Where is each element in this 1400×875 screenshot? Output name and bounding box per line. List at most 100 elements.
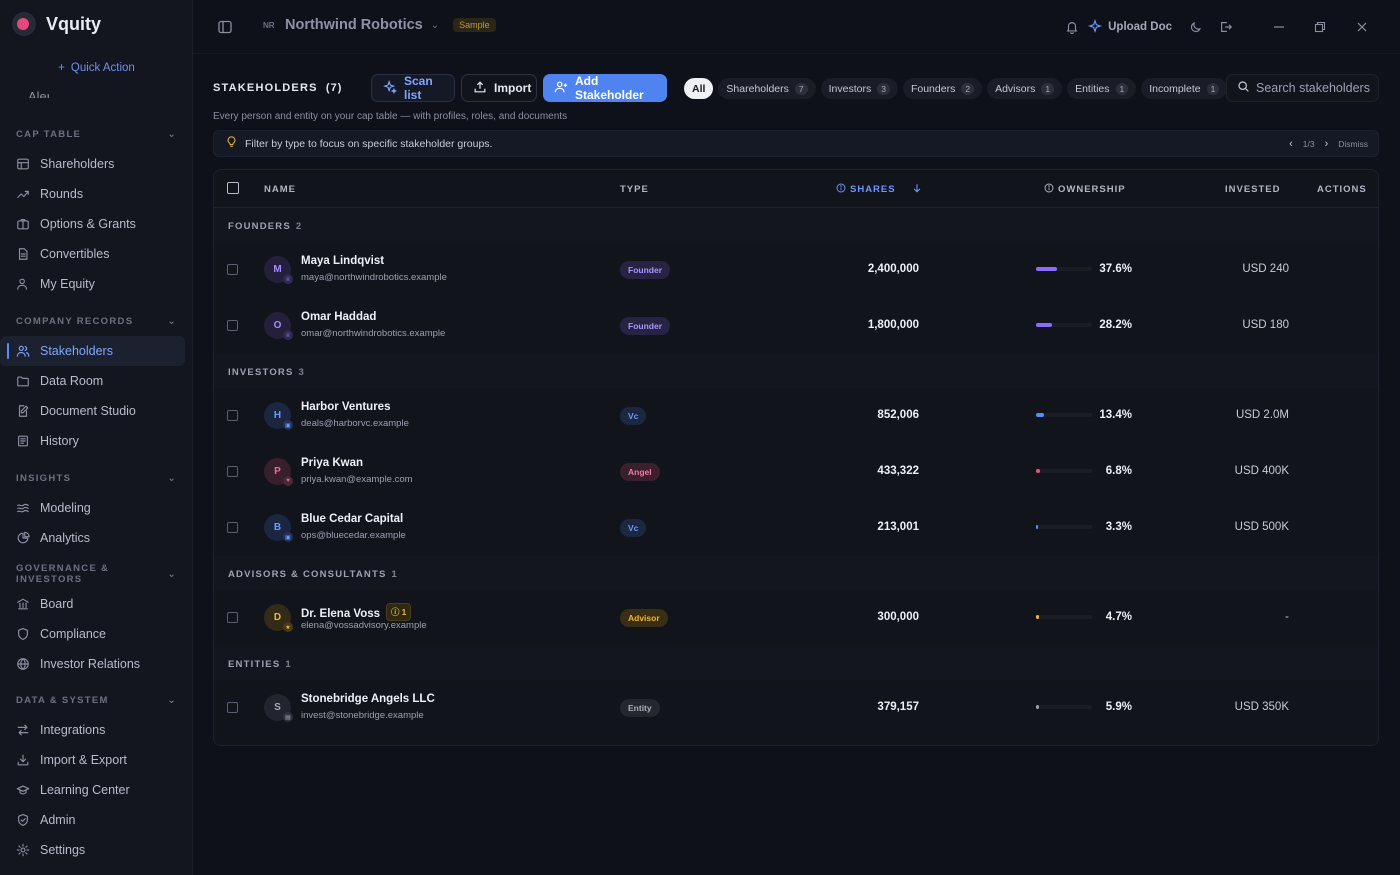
row-checkbox[interactable]: [227, 410, 238, 421]
avatar-initial: S: [274, 702, 281, 713]
col-name[interactable]: NAME: [264, 184, 296, 195]
row-checkbox[interactable]: [227, 612, 238, 623]
col-ownership[interactable]: OWNERSHIP: [1044, 183, 1126, 196]
table-row[interactable]: S ▤ Stonebridge Angels LLC invest@stonebrid…: [214, 680, 1378, 736]
table-row[interactable]: O ♕ Omar Haddad omar@northwindrobotics.exam…: [214, 298, 1378, 354]
warning-badge[interactable]: ⓘ 1: [386, 603, 412, 621]
close-icon[interactable]: [1354, 19, 1370, 35]
table-row[interactable]: H ▣ Harbor Ventures deals@harborvc.example V…: [214, 388, 1378, 444]
search-box[interactable]: [1226, 74, 1379, 102]
sidebar-item-alerts[interactable]: Alerts: [16, 88, 49, 98]
stakeholder-name[interactable]: Maya Lindqvist: [301, 255, 384, 267]
history-icon: [16, 434, 30, 448]
col-invested[interactable]: INVESTED: [1225, 184, 1281, 195]
filter-chip-founders[interactable]: Founders 2: [902, 78, 983, 99]
stakeholder-name[interactable]: Stonebridge Angels LLC: [301, 693, 435, 705]
sidebar-item-convertibles[interactable]: Convertibles: [0, 239, 185, 269]
add-user-icon: [554, 80, 568, 97]
nav-section-header[interactable]: DATA & SYSTEM ⌄: [0, 690, 192, 710]
brand[interactable]: Vquity: [12, 10, 101, 38]
nav-section-header[interactable]: CAP TABLE ⌄: [0, 124, 192, 144]
minimize-icon[interactable]: [1271, 19, 1287, 35]
nav-section: GOVERNANCE & INVESTORS ⌄ Board Compliance In…: [0, 563, 192, 679]
sidebar-item-admin[interactable]: Admin: [0, 805, 185, 835]
table-row[interactable]: D ★ Dr. Elena Voss ⓘ 1 elena@vossadvisory.exa…: [214, 590, 1378, 646]
nav-section-header[interactable]: GOVERNANCE & INVESTORS ⌄: [0, 563, 192, 585]
page-title-text: STAKEHOLDERS: [213, 82, 318, 94]
stakeholder-name[interactable]: Omar Haddad: [301, 311, 376, 323]
sidebar-item-modeling[interactable]: Modeling: [0, 493, 185, 523]
filter-chip-shareholders[interactable]: Shareholders 7: [718, 78, 816, 99]
stakeholder-email: elena@vossadvisory.example: [301, 620, 427, 631]
select-all-checkbox[interactable]: [227, 182, 239, 194]
filter-chip-count: 3: [877, 82, 890, 95]
chevron-left-icon[interactable]: ‹: [1289, 138, 1293, 150]
chevron-down-icon: ⌄: [167, 128, 177, 140]
sidebar-item-my-equity[interactable]: My Equity: [0, 269, 185, 299]
row-checkbox[interactable]: [227, 466, 238, 477]
table-row[interactable]: M ♕ Maya Lindqvist maya@northwindrobotics.e…: [214, 242, 1378, 298]
sidebar-item-history[interactable]: History: [0, 426, 185, 456]
tip-page: 1/3: [1302, 139, 1315, 149]
table-row[interactable]: B ▣ Blue Cedar Capital ops@bluecedar.exampl…: [214, 500, 1378, 556]
table-row[interactable]: P ♥ Priya Kwan priya.kwan@example.com Angel 4…: [214, 444, 1378, 500]
moon-icon[interactable]: [1188, 19, 1204, 35]
org-switcher[interactable]: NR Northwind Robotics ⌄ Sample: [263, 17, 496, 33]
logout-icon[interactable]: [1218, 19, 1234, 35]
row-checkbox[interactable]: [227, 522, 238, 533]
stakeholder-name[interactable]: Priya Kwan: [301, 457, 363, 469]
chevron-right-icon[interactable]: ›: [1325, 138, 1329, 150]
sidebar-item-rounds[interactable]: Rounds: [0, 179, 185, 209]
add-stakeholder-button[interactable]: Add Stakeholder: [543, 74, 667, 102]
upload-doc-button[interactable]: Upload Doc: [1088, 18, 1172, 36]
sidebar-item-import-export[interactable]: Import & Export: [0, 745, 185, 775]
sidebar-item-settings[interactable]: Settings: [0, 835, 185, 865]
chevron-down-icon: ⌄: [167, 694, 177, 706]
warning-count: 1: [401, 607, 407, 617]
filter-chip-advisors[interactable]: Advisors 1: [987, 78, 1063, 99]
nav-section-header[interactable]: INSIGHTS ⌄: [0, 468, 192, 488]
shares-value: 213,001: [877, 521, 919, 533]
row-checkbox[interactable]: [227, 264, 238, 275]
sidebar-item-investor-relations[interactable]: Investor Relations: [0, 649, 185, 679]
bell-icon[interactable]: [1064, 19, 1080, 35]
tip-banner: Filter by type to focus on specific stak…: [213, 130, 1379, 157]
col-type[interactable]: TYPE: [620, 184, 649, 195]
sidebar-item-board[interactable]: Board: [0, 589, 185, 619]
dismiss-button[interactable]: Dismiss: [1338, 139, 1368, 149]
col-shares[interactable]: SHARES: [836, 183, 922, 196]
nav-section-header[interactable]: COMPANY RECORDS ⌄: [0, 311, 192, 331]
row-checkbox[interactable]: [227, 702, 238, 713]
quick-action-button[interactable]: + Quick Action: [0, 62, 192, 74]
ownership-bar-fill: [1036, 525, 1038, 529]
scan-list-button[interactable]: Scan list: [371, 74, 455, 102]
sidebar-item-integrations[interactable]: Integrations: [0, 715, 185, 745]
search-input[interactable]: [1256, 81, 1378, 95]
import-label: Import: [494, 81, 532, 95]
sort-desc-icon[interactable]: [912, 183, 922, 196]
sidebar-item-options-grants[interactable]: Options & Grants: [0, 209, 185, 239]
group-label: ENTITIES 1: [228, 659, 292, 670]
sidebar-item-shareholders[interactable]: Shareholders: [0, 149, 185, 179]
sidebar-item-data-room[interactable]: Data Room: [0, 366, 185, 396]
sidebar-item-analytics[interactable]: Analytics: [0, 523, 185, 553]
sidebar-item-stakeholders[interactable]: Stakeholders: [0, 336, 185, 366]
stakeholder-name[interactable]: Dr. Elena Voss ⓘ 1: [301, 603, 412, 621]
search-icon: [1237, 80, 1250, 96]
restore-icon[interactable]: [1312, 19, 1328, 35]
filter-chip-entities[interactable]: Entities 1: [1067, 78, 1137, 99]
sidebar-item-compliance[interactable]: Compliance: [0, 619, 185, 649]
stakeholder-name[interactable]: Harbor Ventures: [301, 401, 390, 413]
sidebar-item-document-studio[interactable]: Document Studio: [0, 396, 185, 426]
building-icon: [16, 597, 30, 611]
filter-chip-incomplete[interactable]: Incomplete 1: [1141, 78, 1228, 99]
sidebar-item-learning-center[interactable]: Learning Center: [0, 775, 185, 805]
row-checkbox[interactable]: [227, 320, 238, 331]
ownership-bar: [1036, 469, 1092, 473]
import-button[interactable]: Import: [461, 74, 537, 102]
filter-chip-investors[interactable]: Investors 3: [820, 78, 898, 99]
filter-chip-all[interactable]: All: [684, 78, 714, 99]
sidebar-toggle-icon[interactable]: [217, 19, 233, 35]
stakeholder-name[interactable]: Blue Cedar Capital: [301, 513, 403, 525]
sidebar-item-label: Import & Export: [40, 753, 127, 767]
